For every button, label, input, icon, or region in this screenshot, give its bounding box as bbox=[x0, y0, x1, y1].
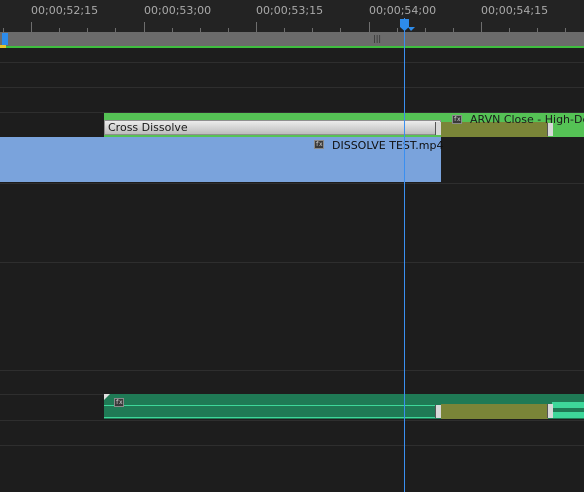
timecode-label: 00;00;54;00 bbox=[369, 4, 437, 17]
timecode-label: 00;00;53;00 bbox=[144, 4, 212, 17]
timecode-label: 00;00;53;15 bbox=[256, 4, 324, 17]
clip-label-dissolve-test: DISSOLVE TEST.mp4 bbox=[332, 139, 444, 152]
work-area-grip-icon[interactable]: ||| bbox=[373, 34, 381, 43]
ruler-major-tick bbox=[256, 22, 257, 32]
transition-label: Cross Dissolve bbox=[108, 121, 188, 134]
clip-edge-icon[interactable] bbox=[547, 123, 553, 136]
track-divider bbox=[0, 262, 584, 263]
fx-badge-icon[interactable]: fx bbox=[114, 398, 124, 407]
work-area-bar[interactable]: ||| bbox=[0, 32, 584, 48]
ruler-major-tick bbox=[144, 22, 145, 32]
ruler-major-tick bbox=[31, 22, 32, 32]
clip-edge-icon[interactable] bbox=[435, 405, 441, 418]
timeline-panel[interactable]: 00;00;52;15 00;00;53;00 00;00;53;15 00;0… bbox=[0, 0, 584, 492]
timecode-label: 00;00;54;15 bbox=[481, 4, 549, 17]
playhead-line[interactable] bbox=[404, 18, 405, 492]
audio-clip-stripe bbox=[552, 412, 584, 418]
fx-badge-icon[interactable]: fx bbox=[452, 115, 462, 124]
track-divider bbox=[0, 183, 584, 184]
transition-cross-dissolve[interactable]: Cross Dissolve bbox=[104, 120, 441, 135]
clip-edge-icon[interactable] bbox=[435, 122, 441, 135]
in-point-marker bbox=[0, 45, 6, 48]
track-divider bbox=[0, 445, 584, 446]
time-ruler[interactable]: 00;00;52;15 00;00;53;00 00;00;53;15 00;0… bbox=[0, 0, 584, 32]
clip-overlap-region bbox=[441, 404, 548, 419]
track-divider bbox=[0, 370, 584, 371]
playhead-marker-icon[interactable] bbox=[399, 18, 415, 32]
ruler-major-tick bbox=[369, 22, 370, 32]
track-divider bbox=[0, 87, 584, 88]
track-divider bbox=[0, 420, 584, 421]
clip-edge-icon[interactable] bbox=[547, 404, 553, 418]
work-area-start-handle[interactable] bbox=[2, 33, 8, 45]
clip-label-arvn-close: ARVN Close - High-De bbox=[470, 113, 584, 126]
ruler-major-tick bbox=[481, 22, 482, 32]
fx-badge-icon[interactable]: fx bbox=[314, 140, 324, 149]
audio-transition-region[interactable] bbox=[104, 405, 441, 418]
timecode-label: 00;00;52;15 bbox=[31, 4, 99, 17]
audio-clip-stripe bbox=[552, 402, 584, 408]
clip-corner-marker-icon bbox=[104, 394, 110, 400]
track-divider bbox=[0, 62, 584, 63]
